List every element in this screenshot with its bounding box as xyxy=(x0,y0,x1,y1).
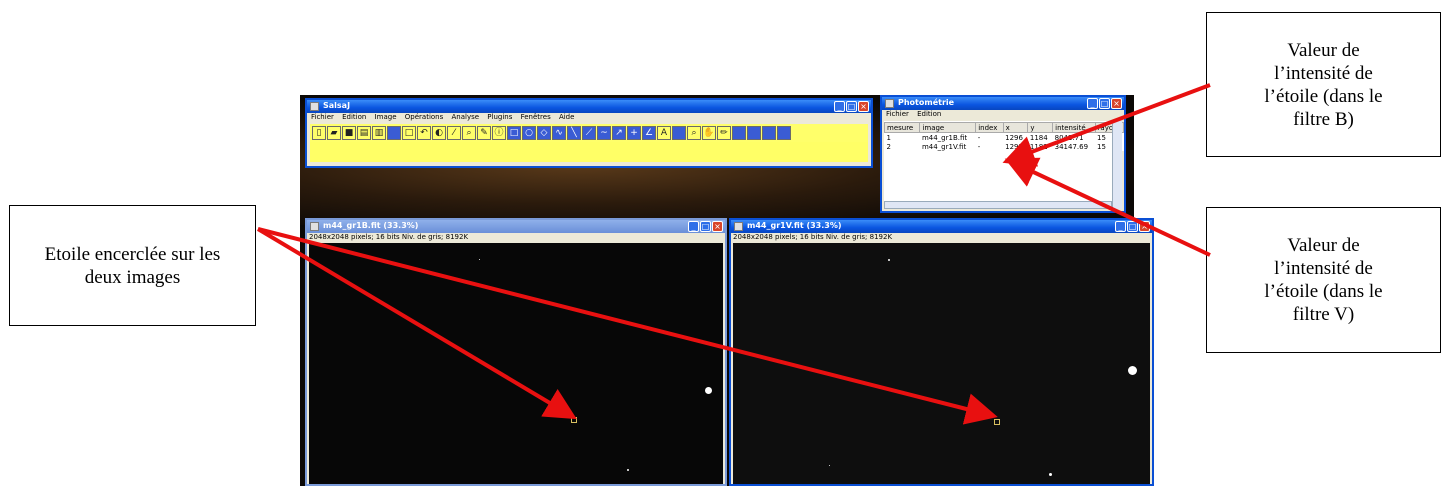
arrow-to-intensity-v xyxy=(1004,157,1211,257)
arrow-to-intensity-b xyxy=(1002,83,1211,167)
annotation-arrows xyxy=(256,83,1211,425)
arrow-to-star-b xyxy=(256,227,577,420)
arrow-to-star-v xyxy=(257,227,998,425)
